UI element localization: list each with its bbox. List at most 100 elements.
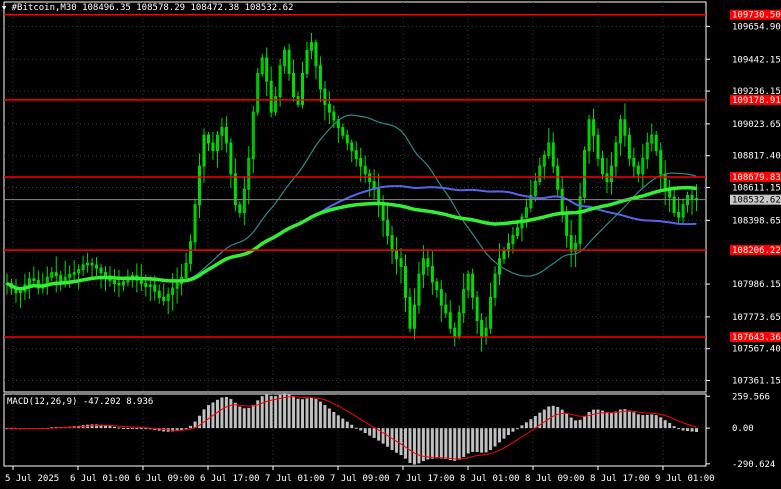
- candle: [104, 272, 108, 277]
- macd-bar: [381, 428, 385, 444]
- macd-bar: [547, 406, 551, 429]
- candle: [627, 134, 631, 159]
- candle: [54, 272, 58, 277]
- time-tick-label: 5 Jul 2025: [5, 474, 59, 484]
- macd-bar: [632, 412, 636, 429]
- macd-bar: [668, 422, 672, 429]
- time-tick-label: 8 Jul 09:00: [525, 474, 585, 484]
- candle: [677, 211, 681, 218]
- time-tick-label: 6 Jul 09:00: [135, 474, 195, 484]
- candle: [345, 134, 349, 144]
- candle: [359, 157, 363, 167]
- candle: [153, 284, 157, 292]
- candle: [229, 142, 233, 175]
- candle: [112, 279, 116, 284]
- macd-bar: [489, 428, 493, 451]
- candle: [560, 188, 564, 213]
- macd-bar: [565, 413, 569, 429]
- candle: [435, 281, 439, 291]
- macd-bar: [233, 402, 237, 429]
- level-tag-label: 109178.91: [732, 96, 781, 106]
- macd-bar: [663, 420, 667, 429]
- macd-bar: [318, 401, 322, 429]
- macd-bar: [498, 428, 502, 443]
- candle: [32, 278, 36, 281]
- macd-bar: [386, 428, 390, 447]
- macd-bar: [462, 428, 466, 457]
- macd-bar: [614, 411, 618, 429]
- macd-bar: [412, 428, 416, 465]
- macd-bar: [583, 416, 587, 429]
- macd-bar: [627, 410, 631, 429]
- macd-bar: [238, 406, 242, 429]
- macd-bar: [417, 428, 421, 464]
- candle: [162, 296, 166, 301]
- time-tick-label: 7 Jul 01:00: [265, 474, 325, 484]
- macd-bar: [439, 428, 443, 459]
- price-tick-label: 109023.65: [732, 120, 781, 130]
- macd-bar: [556, 407, 560, 429]
- macd-bar: [220, 397, 224, 429]
- candle: [292, 72, 296, 98]
- candle: [323, 88, 327, 105]
- macd-tick-label: 0.00: [732, 424, 754, 434]
- level-tag-label: 109730.50: [732, 11, 781, 21]
- candle: [623, 119, 627, 136]
- macd-bar: [224, 396, 228, 429]
- candle: [157, 290, 161, 298]
- macd-title: MACD(12,26,9) -47.202 8.936: [7, 397, 153, 407]
- price-tick-label: 109442.15: [732, 55, 781, 65]
- candle: [663, 173, 667, 190]
- price-tick-label: 107773.65: [732, 313, 781, 323]
- macd-bar: [345, 421, 349, 429]
- price-chart[interactable]: 109654.90109442.15109236.15109023.651088…: [0, 0, 781, 489]
- candle: [426, 258, 430, 267]
- candle: [444, 304, 448, 314]
- macd-bar: [435, 428, 439, 459]
- candle: [690, 194, 694, 200]
- macd-tick-label: 259.566: [732, 392, 770, 402]
- macd-bar: [641, 415, 645, 429]
- macd-bar: [493, 428, 497, 447]
- macd-bar: [260, 396, 264, 429]
- macd-bar: [609, 412, 613, 429]
- macd-bar: [189, 425, 193, 429]
- macd-bar: [135, 428, 139, 430]
- macd-bar: [457, 428, 461, 460]
- candle: [354, 150, 358, 159]
- macd-bar: [677, 428, 681, 430]
- macd-bar: [569, 417, 573, 429]
- time-tick-label: 8 Jul 01:00: [460, 474, 520, 484]
- symbol-ohlc-text: #Bitcoin,M30 108496.35 108578.29 108472.…: [11, 3, 294, 13]
- macd-bar: [515, 428, 519, 430]
- macd-bar: [309, 397, 313, 429]
- time-tick-label: 9 Jul 01:00: [655, 474, 715, 484]
- macd-bar: [206, 405, 210, 429]
- macd-bar: [408, 428, 412, 463]
- candle: [363, 165, 367, 175]
- candle: [386, 219, 390, 237]
- macd-bar: [690, 428, 694, 432]
- macd-bar: [341, 418, 345, 429]
- candle: [448, 312, 452, 329]
- macd-bar: [126, 428, 130, 430]
- macd-bar: [121, 427, 125, 429]
- macd-bar: [578, 419, 582, 429]
- price-tick-label: 108611.15: [732, 184, 781, 194]
- macd-bar: [592, 409, 596, 429]
- macd-bar: [354, 427, 358, 429]
- macd-bar: [314, 398, 318, 429]
- candle: [439, 289, 443, 306]
- candle: [144, 282, 148, 288]
- candle: [632, 157, 636, 167]
- level-tag-label: 108679.83: [732, 173, 781, 183]
- macd-bar: [672, 426, 676, 429]
- candle: [592, 119, 596, 136]
- candle: [390, 235, 394, 252]
- macd-bar: [108, 426, 112, 429]
- macd-bar: [327, 408, 331, 429]
- macd-bar: [283, 393, 287, 429]
- macd-bar: [542, 409, 546, 429]
- macd-bar: [520, 425, 524, 429]
- level-tag-label: 107643.36: [732, 333, 781, 343]
